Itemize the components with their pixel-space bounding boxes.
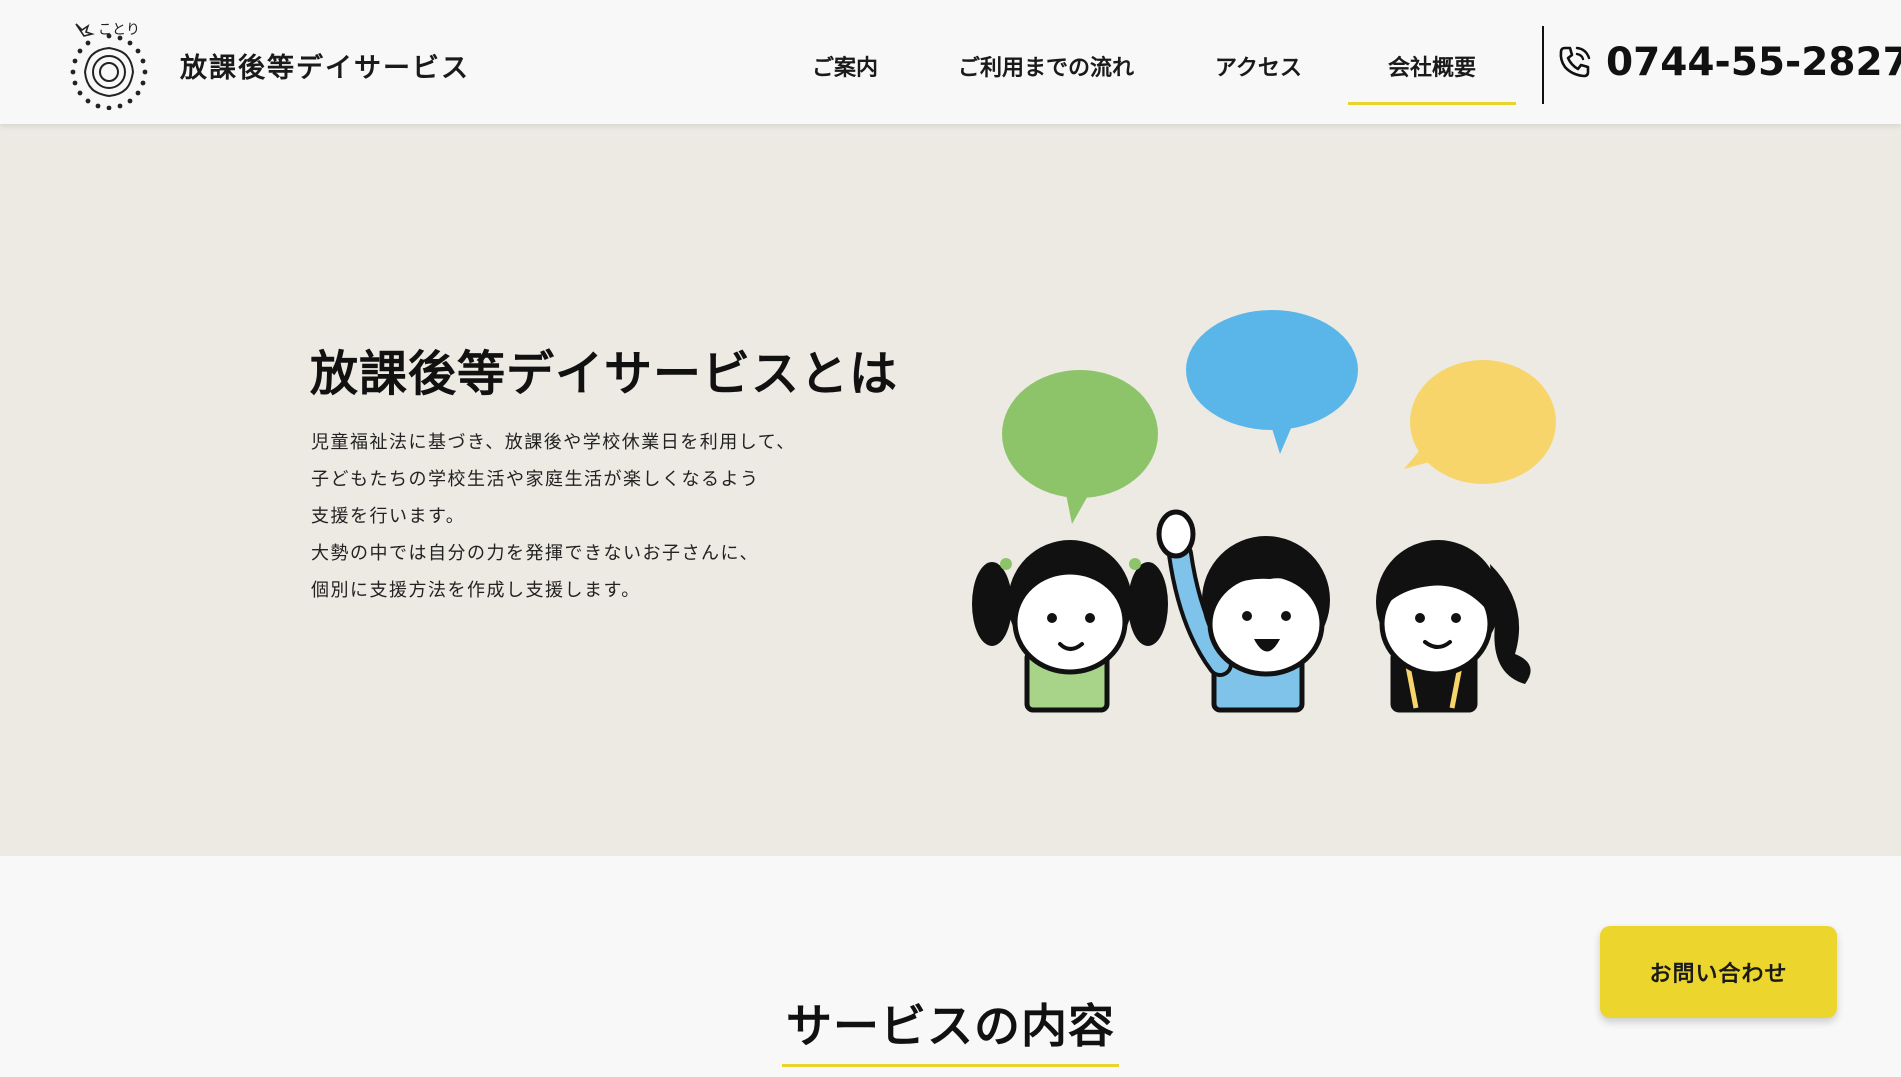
hero-line: 子どもたちの学校生活や家庭生活が楽しくなるよう [311,469,760,490]
green-speech-bubble-icon [1002,370,1158,524]
blue-speech-bubble-icon [1186,310,1358,454]
services-title: サービスの内容 [782,990,1119,1067]
nav-divider [1542,26,1544,104]
hero-line: 支援を行います。 [311,506,466,527]
nav-access[interactable]: アクセス [1215,50,1302,82]
yellow-speech-bubble-icon [1404,360,1556,484]
hero-line: 大勢の中では自分の力を発揮できないお子さんに、 [311,543,759,564]
nav-guide[interactable]: ご案内 [812,50,878,82]
hero-description: 児童福祉法に基づき、放課後や学校休業日を利用して、 子どもたちの学校生活や家庭生… [311,424,871,609]
girl-ponytail-icon [1376,540,1531,713]
nav-flow[interactable]: ご利用までの流れ [958,50,1134,82]
nav-company[interactable]: 会社概要 [1347,50,1517,105]
site-header: ことり 放課後等デイサービス ご案内 ご利用までの流れ アクセス 会社概要 07… [0,0,1901,124]
hero-title: 放課後等デイサービスとは [310,346,899,402]
hero-line: 児童福祉法に基づき、放課後や学校休業日を利用して、 [311,432,796,453]
phone-icon[interactable] [1557,44,1593,80]
girl-pigtails-icon [972,540,1168,713]
hero-section: 放課後等デイサービスとは 児童福祉法に基づき、放課後や学校休業日を利用して、 子… [0,124,1901,856]
children-illustration [972,310,1556,713]
phone-number[interactable]: 0744-55-2827 [1606,40,1901,85]
contact-button[interactable]: お問い合わせ [1600,926,1837,1018]
hero-line: 個別に支援方法を作成し支援します。 [311,580,641,601]
boy-raising-hand-icon [1156,509,1330,713]
